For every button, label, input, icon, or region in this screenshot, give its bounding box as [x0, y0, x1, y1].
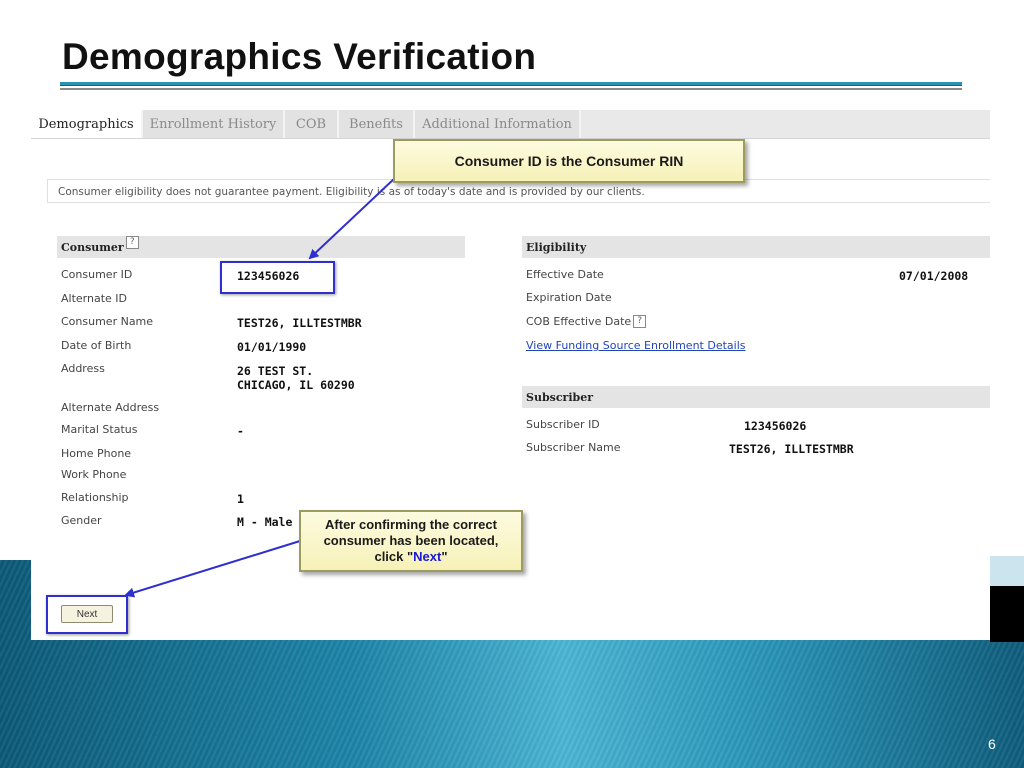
- expiration-date-label: Expiration Date: [526, 291, 612, 304]
- effective-date-value: 07/01/2008: [899, 269, 969, 283]
- consumer-header-label: Consumer: [61, 241, 124, 254]
- next-callout-word: Next: [413, 549, 442, 564]
- tab-additional-information[interactable]: Additional Information: [415, 110, 581, 138]
- tab-cob[interactable]: COB: [285, 110, 339, 138]
- alternate-id-label: Alternate ID: [61, 292, 127, 305]
- consumer-id-highlight: [220, 261, 335, 294]
- right-strip-dark: [990, 586, 1024, 642]
- tab-benefits[interactable]: Benefits: [339, 110, 415, 138]
- subscriber-id-label: Subscriber ID: [526, 418, 600, 431]
- marital-status-label: Marital Status: [61, 423, 138, 436]
- address-line2: CHICAGO, IL 60290: [237, 378, 355, 392]
- relationship-value: 1: [237, 492, 244, 506]
- next-callout-line1: After confirming the correct: [325, 517, 497, 532]
- tab-bar: Demographics Enrollment History COB Bene…: [31, 110, 990, 139]
- gender-value: M - Male: [237, 515, 293, 529]
- effective-date-label: Effective Date: [526, 268, 604, 281]
- help-icon[interactable]: ?: [125, 236, 139, 249]
- dob-label: Date of Birth: [61, 339, 132, 352]
- consumer-name-value: TEST26, ILLTESTMBR: [237, 316, 362, 330]
- subscriber-panel-header: Subscriber: [522, 386, 990, 408]
- title-underline-shadow: [60, 88, 962, 90]
- cob-effective-date-label: COB Effective Date: [526, 315, 632, 328]
- subscriber-name-value: TEST26, ILLTESTMBR: [729, 442, 854, 456]
- tab-demographics[interactable]: Demographics: [31, 110, 143, 138]
- next-callout: After confirming the correct consumer ha…: [299, 510, 523, 572]
- cob-effective-date-row: COB Effective Date?: [526, 315, 647, 328]
- help-icon[interactable]: ?: [633, 315, 647, 328]
- home-phone-label: Home Phone: [61, 447, 132, 460]
- page-number: 6: [988, 736, 996, 752]
- consumer-id-callout: Consumer ID is the Consumer RIN: [393, 139, 745, 183]
- next-button-highlight: [46, 595, 128, 634]
- alternate-address-label: Alternate Address: [61, 401, 160, 414]
- consumer-panel-header: Consumer?: [57, 236, 465, 258]
- gender-label: Gender: [61, 514, 102, 527]
- address-label: Address: [61, 362, 105, 375]
- funding-source-link[interactable]: View Funding Source Enrollment Details: [526, 339, 745, 352]
- work-phone-label: Work Phone: [61, 468, 127, 481]
- title-underline: [60, 82, 962, 86]
- tab-enrollment-history[interactable]: Enrollment History: [143, 110, 285, 138]
- slide-title: Demographics Verification: [62, 36, 537, 77]
- address-line1: 26 TEST ST.: [237, 364, 314, 378]
- next-callout-pre: click ": [374, 549, 414, 564]
- subscriber-name-label: Subscriber Name: [526, 441, 621, 454]
- consumer-name-label: Consumer Name: [61, 315, 154, 328]
- consumer-id-label: Consumer ID: [61, 268, 133, 281]
- next-callout-line2: consumer has been located,: [323, 533, 499, 548]
- next-callout-line3: click "Next": [301, 549, 521, 565]
- next-callout-post: ": [441, 549, 448, 564]
- right-strip-light: [990, 556, 1024, 586]
- eligibility-panel-header: Eligibility: [522, 236, 990, 258]
- marital-status-value: -: [237, 424, 244, 438]
- subscriber-id-value: 123456026: [744, 419, 807, 433]
- relationship-label: Relationship: [61, 491, 129, 504]
- dob-value: 01/01/1990: [237, 340, 307, 354]
